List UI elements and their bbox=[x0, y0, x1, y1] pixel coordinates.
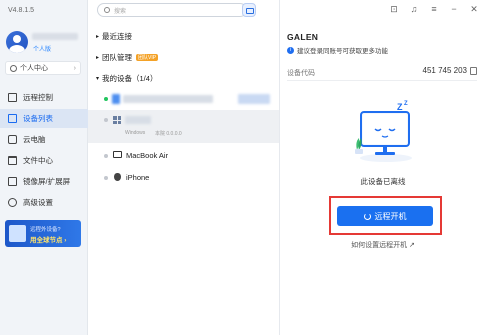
device-location-label: 本院 0.0.0.0 bbox=[155, 131, 182, 137]
sidebar-item-label: 高级设置 bbox=[23, 198, 53, 207]
team-vip-badge: 团队VIP bbox=[136, 54, 159, 61]
sidebar-item-label: 设备列表 bbox=[23, 114, 53, 123]
info-icon: i bbox=[287, 46, 294, 54]
group-team[interactable]: ▸ 团队管理 团队VIP bbox=[96, 52, 159, 63]
svg-text:Z: Z bbox=[397, 102, 403, 112]
search-placeholder: 搜索 bbox=[114, 8, 127, 15]
divider bbox=[287, 80, 477, 81]
offline-status-text: 此设备已离线 bbox=[360, 177, 406, 186]
remote-boot-help-link[interactable]: 如何设置远程开机 ↗ bbox=[281, 240, 485, 250]
sidebar-item-label: 镜像屏/扩展屏 bbox=[23, 177, 71, 186]
username-redacted bbox=[32, 33, 78, 40]
avatar[interactable] bbox=[6, 31, 28, 53]
login-hint-text: 建议登录同账号可获取更多功能 bbox=[297, 48, 388, 55]
device-list-icon bbox=[8, 114, 17, 123]
device-name: MacBook Air bbox=[126, 151, 169, 160]
laptop-icon bbox=[113, 151, 122, 158]
global-node-promo-banner[interactable]: 远程外设备? 用全球节点 › bbox=[5, 220, 81, 247]
sidebar-item-advanced-settings[interactable]: 高级设置 bbox=[0, 193, 88, 212]
monitor-icon bbox=[8, 93, 17, 102]
promo-illustration-icon bbox=[9, 225, 26, 242]
device-row-selected[interactable]: Windows 本院 0.0.0.0 bbox=[88, 110, 279, 143]
power-icon bbox=[363, 212, 371, 220]
sidebar-item-cloud-pc[interactable]: 云电脑 bbox=[0, 130, 88, 149]
folder-icon bbox=[8, 156, 17, 165]
app-version: V4.8.1.5 bbox=[8, 7, 35, 14]
device-name-redacted bbox=[125, 116, 151, 124]
device-action-redacted bbox=[238, 94, 270, 104]
sidebar-item-file-center[interactable]: 文件中心 bbox=[0, 151, 88, 170]
user-circle-icon bbox=[10, 64, 17, 72]
group-my-devices[interactable]: ▾ 我的设备（1/4） bbox=[96, 73, 157, 84]
offline-status-dot bbox=[104, 154, 108, 158]
cloud-pc-icon bbox=[8, 135, 17, 144]
search-icon bbox=[104, 7, 110, 13]
gear-icon bbox=[8, 198, 17, 207]
copy-icon[interactable] bbox=[470, 67, 477, 75]
apple-icon bbox=[114, 173, 121, 181]
device-name: iPhone bbox=[126, 173, 150, 182]
personal-center-button[interactable]: 个人中心 › bbox=[5, 61, 81, 75]
remote-boot-button[interactable]: 远程开机 bbox=[337, 206, 433, 226]
device-row-online[interactable] bbox=[88, 88, 279, 110]
device-title: GALEN bbox=[287, 32, 319, 42]
close-icon[interactable]: ✕ bbox=[469, 4, 479, 15]
search-input[interactable]: 搜索 bbox=[97, 3, 247, 17]
window-controls: ⊡ ♫ ≡ − ✕ bbox=[389, 4, 479, 15]
sidebar-item-remote-control[interactable]: 远程控制 bbox=[0, 88, 88, 107]
windows-icon bbox=[113, 116, 121, 124]
personal-center-label: 个人中心 bbox=[20, 65, 48, 72]
plan-badge: 个人版 bbox=[33, 47, 52, 53]
device-list-panel: 搜索 ▸ 最近连接 ▸ 团队管理 团队VIP ▾ 我的设备（1/4） Windo… bbox=[88, 0, 280, 335]
screen-capture-button[interactable] bbox=[242, 3, 256, 17]
offline-status-dot bbox=[104, 118, 108, 122]
sidebar-item-label: 文件中心 bbox=[23, 156, 53, 165]
lock-icon[interactable]: ⊡ bbox=[389, 4, 399, 15]
sidebar: V4.8.1.5 个人版 个人中心 › 远程控制 设备列表 云电脑 文件中心 镜… bbox=[0, 0, 88, 335]
promo-line-2: 用全球节点 › bbox=[30, 237, 67, 244]
chevron-right-icon: › bbox=[73, 65, 76, 72]
svg-text:Z: Z bbox=[404, 101, 408, 107]
group-recent[interactable]: ▸ 最近连接 bbox=[96, 31, 132, 42]
mirror-screen-icon bbox=[8, 177, 17, 186]
chevron-right-icon: ▸ bbox=[96, 55, 100, 61]
device-code-value: 451 745 203 bbox=[422, 66, 468, 75]
group-label: 最近连接 bbox=[102, 32, 133, 41]
device-name-redacted bbox=[123, 95, 213, 103]
online-status-dot bbox=[104, 97, 108, 101]
minimize-icon[interactable]: − bbox=[449, 4, 459, 15]
sidebar-item-label: 云电脑 bbox=[23, 135, 46, 144]
device-row-iphone[interactable]: iPhone bbox=[88, 169, 279, 187]
sidebar-item-mirror-screen[interactable]: 镜像屏/扩展屏 bbox=[0, 172, 88, 191]
sidebar-item-device-list[interactable]: 设备列表 bbox=[0, 109, 88, 128]
device-row-macbook[interactable]: MacBook Air bbox=[88, 147, 279, 165]
remote-boot-label: 远程开机 bbox=[374, 211, 407, 221]
promo-line-1: 远程外设备? bbox=[30, 227, 61, 233]
sleeping-monitor-illustration: Z Z bbox=[355, 101, 412, 162]
group-label: 团队管理 bbox=[102, 53, 133, 62]
sidebar-item-label: 远程控制 bbox=[23, 93, 53, 102]
bell-icon[interactable]: ♫ bbox=[409, 4, 419, 15]
login-hint: i 建议登录同账号可获取更多功能 bbox=[287, 45, 388, 55]
menu-icon[interactable]: ≡ bbox=[429, 4, 439, 15]
device-os-label: Windows bbox=[125, 130, 146, 136]
chevron-down-icon: ▾ bbox=[96, 76, 100, 82]
device-detail-panel: ⊡ ♫ ≡ − ✕ GALEN i 建议登录同账号可获取更多功能 设备代码 45… bbox=[281, 0, 485, 335]
device-icon bbox=[112, 94, 120, 104]
group-label: 我的设备（1/4） bbox=[102, 74, 158, 83]
chevron-right-icon: ▸ bbox=[96, 34, 100, 40]
device-code-label: 设备代码 bbox=[287, 70, 315, 77]
offline-status-dot bbox=[104, 176, 108, 180]
